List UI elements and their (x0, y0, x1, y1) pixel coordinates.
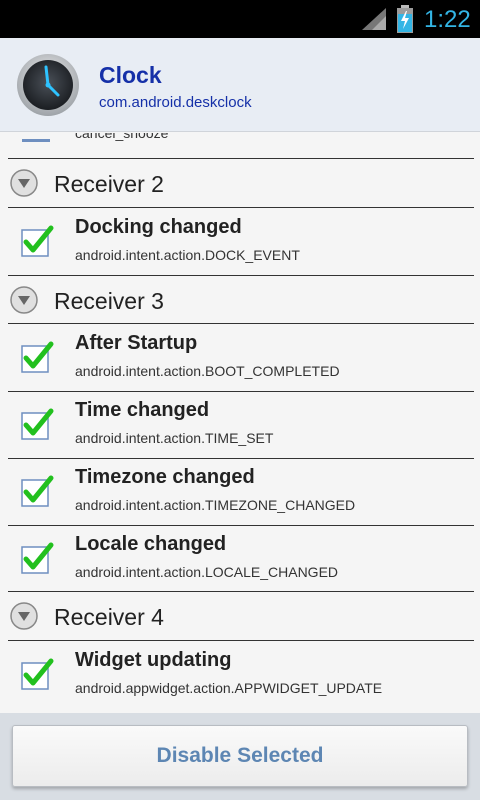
checkbox-checked-icon[interactable] (20, 474, 54, 508)
checkbox-checked-icon[interactable] (20, 340, 54, 374)
list-item[interactable]: Docking changed android.intent.action.DO… (0, 208, 480, 275)
group-label: Receiver 4 (54, 604, 164, 630)
group-header-receiver-2[interactable]: Receiver 2 (0, 159, 480, 207)
battery-charging-icon (397, 5, 413, 33)
list-item[interactable]: Widget updating android.appwidget.action… (0, 641, 480, 708)
item-title: After Startup (75, 332, 198, 354)
list-item[interactable]: Timezone changed android.intent.action.T… (0, 458, 480, 525)
list-item[interactable]: Locale changed android.intent.action.LOC… (0, 525, 480, 592)
item-action: android.intent.action.TIME_SET (75, 430, 274, 446)
item-title: Locale changed (75, 533, 227, 555)
list-item[interactable]: After Startup android.intent.action.BOOT… (0, 324, 480, 391)
checkbox-checked-icon[interactable] (20, 657, 54, 691)
item-title: Docking changed (75, 216, 242, 238)
app-package-name: com.android.deskclock (99, 94, 252, 111)
item-title: Timezone changed (75, 466, 255, 488)
list-item[interactable]: cancel_snooze (0, 133, 480, 159)
group-header-receiver-3[interactable]: Receiver 3 (0, 276, 480, 324)
checkbox-icon[interactable] (22, 139, 50, 142)
app-header: Clock com.android.deskclock (0, 38, 480, 132)
status-bar: 1:22 (0, 0, 480, 38)
collapse-arrow-icon[interactable] (10, 286, 38, 314)
clock-icon (17, 54, 79, 116)
group-label: Receiver 2 (54, 171, 164, 197)
group-label: Receiver 3 (54, 288, 164, 314)
checkbox-checked-icon[interactable] (20, 407, 54, 441)
receiver-list[interactable]: cancel_snooze Receiver 2 Docking changed… (0, 133, 480, 713)
checkbox-checked-icon[interactable] (20, 224, 54, 258)
item-action: android.intent.action.LOCALE_CHANGED (75, 564, 339, 580)
item-title: Widget updating (75, 649, 232, 671)
item-action: android.intent.action.BOOT_COMPLETED (75, 363, 340, 379)
group-header-receiver-4[interactable]: Receiver 4 (0, 592, 480, 640)
checkbox-checked-icon[interactable] (20, 541, 54, 575)
item-action: cancel_snooze (75, 133, 169, 141)
item-action: android.appwidget.action.APPWIDGET_UPDAT… (75, 680, 383, 696)
bottom-bar: Disable Selected (0, 713, 480, 800)
status-time: 1:22 (424, 6, 471, 33)
item-action: android.intent.action.DOCK_EVENT (75, 247, 300, 263)
collapse-arrow-icon[interactable] (10, 169, 38, 197)
list-item[interactable]: Time changed android.intent.action.TIME_… (0, 391, 480, 458)
signal-icon (362, 8, 386, 30)
app-name: Clock (99, 62, 162, 88)
collapse-arrow-icon[interactable] (10, 602, 38, 630)
item-action: android.intent.action.TIMEZONE_CHANGED (75, 497, 356, 513)
disable-selected-button[interactable]: Disable Selected (12, 725, 468, 787)
item-title: Time changed (75, 399, 210, 421)
